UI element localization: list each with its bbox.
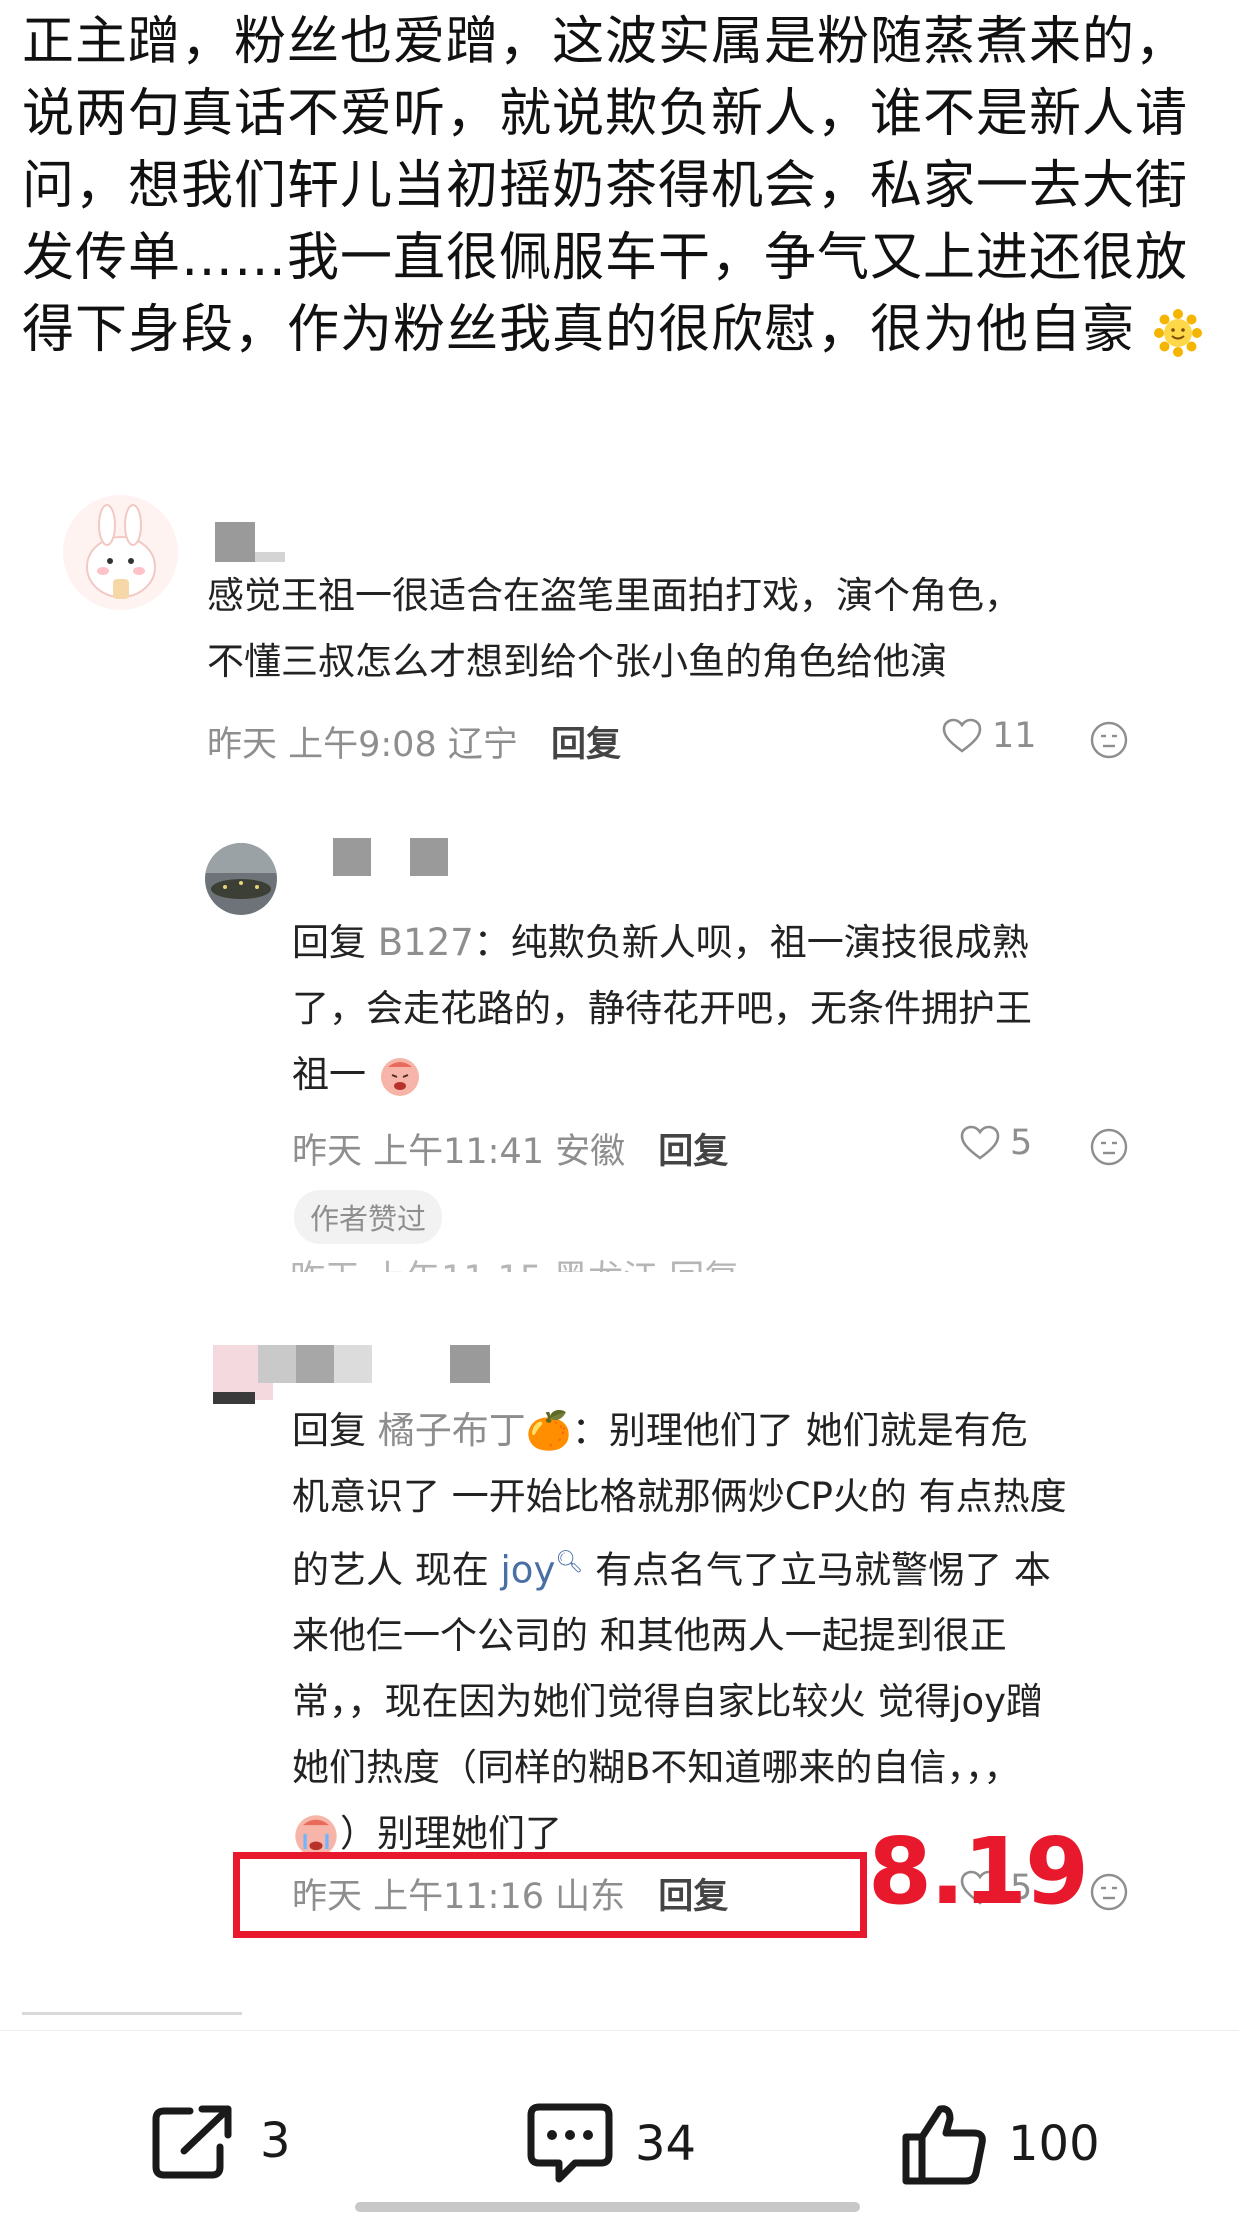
comment-line: 了，会走花路的，静待花开吧，无条件拥护王 [292, 987, 1032, 1030]
date-annotation: 8.19 [868, 1818, 1089, 1925]
comment-line: 回复 橘子布丁🍊：别理他们了 她们就是有危 [292, 1398, 1172, 1464]
comment-line: 不懂三叔怎么才想到给个张小鱼的角色给他演 [207, 640, 947, 683]
comment-count: 34 [635, 2116, 697, 2172]
thumbs-up-icon [902, 2105, 986, 2185]
comment-line-text: 有点名气了立马就警惕了 本 [595, 1548, 1051, 1592]
comment-line: 祖一 [292, 1042, 1152, 1108]
like-count: 100 [1008, 2116, 1100, 2172]
like-count: 11 [992, 716, 1037, 756]
comment-meta: 昨天 上午11:41 安徽 回复 [292, 1123, 728, 1174]
comment-line: 机意识了 一开始比格就那俩炒CP火的 有点热度 [292, 1475, 1067, 1518]
comment-time: 昨天 上午9:08 辽宁 [207, 725, 518, 765]
reply-prefix: 回复 [292, 1409, 366, 1452]
emoji-reaction-icon[interactable] [1090, 721, 1128, 759]
reply-prefix: 回复 [292, 921, 366, 964]
comment-bubble-icon [527, 2103, 613, 2183]
username-blurred [334, 1345, 372, 1383]
post-text: 正主蹭，粉丝也爱蹭，这波实属是粉随蒸煮来的，说两句真话不爱听，就说欺负新人，谁不… [22, 12, 1189, 360]
post-body: 正主蹭，粉丝也爱蹭，这波实属是粉随蒸煮来的，说两句真话不爱听，就说欺负新人，谁不… [22, 6, 1212, 366]
search-icon: 🔍︎ [555, 1550, 584, 1575]
comment-line-text: 纯欺负新人呗，祖一演技很成熟 [510, 921, 1029, 964]
comment-button[interactable]: 34 [525, 2101, 696, 2187]
crying-sticker-icon [380, 1057, 419, 1096]
share-count: 3 [260, 2113, 291, 2169]
colon: ： [473, 921, 511, 964]
avatar[interactable] [205, 843, 277, 915]
username-blurred[interactable] [410, 838, 448, 876]
comment-line-text: 祖一 [292, 1053, 366, 1096]
colon: ： [571, 1409, 609, 1452]
comment-line: 回复 B127：纯欺负新人呗，祖一演技很成熟 [292, 910, 1152, 976]
username-blurred [296, 1345, 334, 1383]
heart-icon [942, 718, 982, 753]
comment-text: 回复 橘子布丁🍊：别理他们了 她们就是有危 机意识了 一开始比格就那俩炒CP火的… [292, 1398, 1172, 1867]
reply-button[interactable]: 回复 [658, 1132, 728, 1172]
mention-link[interactable]: B127 [378, 921, 474, 964]
like-button[interactable]: 5 [960, 1123, 1032, 1163]
username-blurred[interactable] [215, 522, 255, 562]
heart-icon [960, 1125, 1000, 1160]
username-blurred[interactable] [333, 838, 371, 876]
faded-comment-meta: 昨天 上午11:15 黑龙江 回复 [290, 1250, 739, 1272]
comment-text: 感觉王祖一很适合在盗笔里面拍打戏，演个角色， 不懂三叔怎么才想到给个张小鱼的角色… [207, 563, 1167, 695]
comment-meta: 昨天 上午9:08 辽宁 回复 [207, 716, 621, 767]
bottom-action-bar: 3 34 100 [0, 2030, 1239, 2226]
like-button[interactable]: 11 [942, 716, 1037, 756]
avatar-edge [213, 1392, 255, 1404]
emoji-reaction-icon[interactable] [1090, 1128, 1128, 1166]
topic-link[interactable]: joy [501, 1548, 556, 1591]
share-button[interactable]: 3 [150, 2101, 291, 2181]
author-liked-badge: 作者赞过 [294, 1190, 443, 1244]
sun-emoji-icon [1153, 309, 1202, 357]
mention-link[interactable]: 橘子布丁🍊 [378, 1409, 572, 1452]
comment-line-text: 的艺人 现在 [292, 1548, 489, 1592]
comment-line-text: ）别理她们了 [340, 1812, 562, 1856]
username-blurred [258, 1345, 296, 1383]
comment-line-text: 别理他们了 她们就是有危 [608, 1409, 1028, 1452]
home-indicator[interactable] [355, 2202, 860, 2212]
like-post-button[interactable]: 100 [900, 2101, 1100, 2187]
emoji-reaction-icon[interactable] [1090, 1873, 1128, 1911]
share-icon [152, 2105, 232, 2179]
like-count: 5 [1010, 1123, 1033, 1163]
avatar[interactable] [63, 495, 178, 610]
comment-line: 的艺人 现在 joy🔍︎ 有点名气了立马就警惕了 本 [292, 1530, 1172, 1603]
username-blurred[interactable] [450, 1345, 490, 1383]
username-blurred [255, 552, 285, 562]
red-highlight-box [233, 1852, 867, 1938]
comment-time: 昨天 上午11:41 安徽 [292, 1132, 626, 1172]
divider [22, 2012, 242, 2015]
comment-text: 回复 B127：纯欺负新人呗，祖一演技很成熟 了，会走花路的，静待花开吧，无条件… [292, 910, 1152, 1108]
comment-line: 感觉王祖一很适合在盗笔里面拍打戏，演个角色， [207, 574, 1021, 617]
comment-line: 来他仨一个公司的 和其他两人一起提到很正 [292, 1614, 1007, 1658]
comment-line: 常，，现在因为她们觉得自家比较火 觉得joy蹭 [292, 1680, 1044, 1724]
reply-button[interactable]: 回复 [551, 725, 621, 765]
comment-line: 她们热度（同样的糊B不知道哪来的自信，，， [292, 1746, 1021, 1790]
